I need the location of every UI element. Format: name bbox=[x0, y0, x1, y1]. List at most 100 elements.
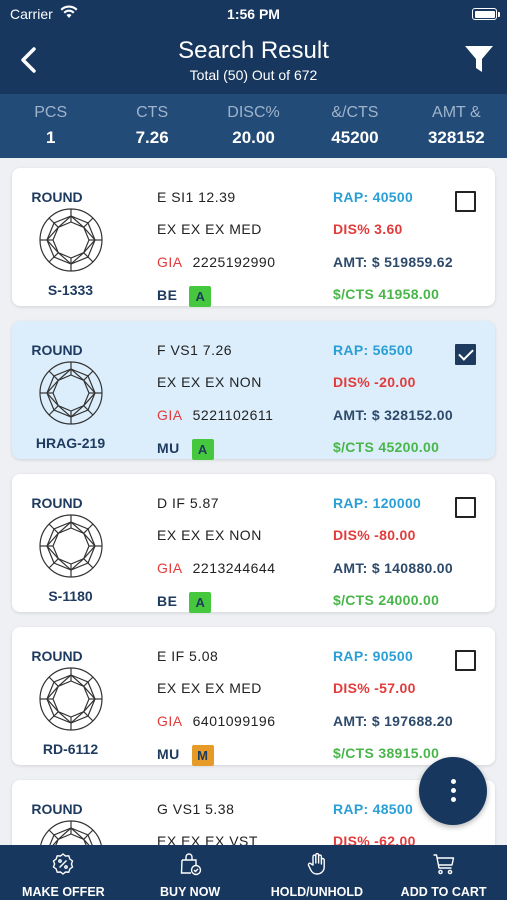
result-count: Total (50) Out of 672 bbox=[189, 67, 318, 83]
status-bar: Carrier 1:56 PM bbox=[0, 0, 507, 28]
color-clarity-carat: F VS1 7.26 bbox=[157, 342, 233, 358]
select-checkbox[interactable] bbox=[455, 650, 476, 671]
percent-badge-icon bbox=[53, 853, 74, 875]
dot bbox=[451, 788, 456, 793]
filter-icon[interactable] bbox=[463, 43, 495, 75]
select-checkbox[interactable] bbox=[455, 191, 476, 212]
battery-icon bbox=[472, 8, 500, 20]
round-diamond-icon bbox=[39, 208, 103, 272]
location-line: BE A bbox=[157, 592, 212, 613]
summary-value: 45200 bbox=[331, 128, 379, 147]
color-clarity-carat: G VS1 5.38 bbox=[157, 801, 235, 817]
rap-price: RAP: 120000 bbox=[333, 495, 422, 511]
shopping-bag-check-icon bbox=[180, 853, 202, 876]
summary-value: 1 bbox=[45, 128, 56, 147]
discount: DIS% 3.60 bbox=[333, 221, 403, 237]
certificate-number[interactable]: 5221102611 bbox=[193, 407, 274, 423]
certificate-number[interactable]: 2225192990 bbox=[193, 254, 276, 270]
lab-gia-label: GIA bbox=[157, 407, 183, 423]
dot bbox=[451, 779, 456, 784]
lab-gia-label: GIA bbox=[157, 254, 183, 270]
stone-id: S-1180 bbox=[48, 588, 93, 604]
diamond-card[interactable]: ROUND S-1333 E SI1 12.39 EX EX EX MED GI… bbox=[12, 168, 495, 307]
discount: DIS% -80.00 bbox=[333, 527, 416, 543]
stone-id: HRAG-219 bbox=[35, 435, 106, 451]
hand-icon bbox=[307, 852, 325, 875]
location-line: MU A bbox=[157, 439, 214, 460]
cut-polish-symmetry-fluor: EX EX EX MED bbox=[157, 221, 262, 237]
summary-label: DISC% bbox=[227, 104, 280, 121]
round-diamond-icon bbox=[39, 820, 103, 845]
diamond-card[interactable]: ROUND S-1180 D IF 5.87 EX EX EX NON GIA 2… bbox=[12, 474, 495, 613]
shape-label: ROUND bbox=[31, 342, 83, 358]
buy-now-button[interactable]: BUY NOW bbox=[127, 845, 254, 900]
summary-amount: AMT & 328152 bbox=[406, 94, 507, 158]
rap-price: RAP: 48500 bbox=[333, 801, 414, 817]
location-code: MU bbox=[157, 746, 180, 763]
availability-badge: A bbox=[189, 592, 212, 613]
availability-badge: A bbox=[189, 286, 212, 307]
shape-label: ROUND bbox=[31, 495, 83, 511]
summary-label: &/CTS bbox=[331, 104, 379, 121]
certificate-line: GIA 5221102611 bbox=[157, 407, 273, 423]
tab-label: ADD TO CART bbox=[400, 885, 487, 899]
shape-label: ROUND bbox=[31, 801, 83, 817]
certificate-line: GIA 2213244644 bbox=[157, 560, 276, 576]
cut-polish-symmetry-fluor: EX EX EX NON bbox=[157, 374, 262, 390]
certificate-number[interactable]: 6401099196 bbox=[193, 713, 276, 729]
price-per-carat: $/CTS 24000.00 bbox=[333, 592, 440, 608]
stone-id: RD-6112 bbox=[42, 741, 99, 757]
summary-disc: DISC% 20.00 bbox=[203, 94, 304, 158]
selection-summary: PCS 1 CTS 7.26 DISC% 20.00 &/CTS 45200 A… bbox=[0, 94, 507, 158]
round-diamond-icon bbox=[39, 667, 103, 731]
round-diamond-icon bbox=[39, 514, 103, 578]
cut-polish-symmetry-fluor: EX EX EX MED bbox=[157, 680, 262, 696]
select-checkbox[interactable] bbox=[455, 497, 476, 518]
summary-label: AMT & bbox=[432, 104, 481, 121]
memo-badge: M bbox=[191, 745, 214, 766]
color-clarity-carat: E SI1 12.39 bbox=[157, 189, 236, 205]
certificate-number[interactable]: 2213244644 bbox=[193, 560, 276, 576]
summary-value: 7.26 bbox=[135, 128, 169, 147]
clock: 1:56 PM bbox=[227, 6, 280, 22]
price-per-carat: $/CTS 45200.00 bbox=[333, 439, 440, 455]
more-options-button[interactable] bbox=[419, 757, 487, 825]
summary-value: 20.00 bbox=[232, 128, 275, 147]
summary-value: 328152 bbox=[427, 128, 485, 147]
diamond-card[interactable]: ROUND HRAG-219 F VS1 7.26 EX EX EX NON G… bbox=[12, 321, 495, 460]
discount: DIS% -20.00 bbox=[333, 374, 416, 390]
round-diamond-icon bbox=[39, 361, 103, 425]
location-code: MU bbox=[157, 440, 180, 457]
select-checkbox[interactable] bbox=[455, 344, 476, 365]
price-per-carat: $/CTS 41958.00 bbox=[333, 286, 440, 302]
action-tab-bar: MAKE OFFER BUY NOW HOLD/UNHOLD ADD TO CA… bbox=[0, 845, 507, 900]
cut-polish-symmetry-fluor: EX EX EX VST bbox=[157, 833, 258, 845]
cut-polish-symmetry-fluor: EX EX EX NON bbox=[157, 527, 262, 543]
tab-label: HOLD/UNHOLD bbox=[270, 885, 364, 899]
location-code: BE bbox=[157, 287, 178, 304]
add-to-cart-button[interactable]: ADD TO CART bbox=[380, 845, 507, 900]
summary-label: PCS bbox=[34, 104, 68, 121]
tab-label: MAKE OFFER bbox=[22, 885, 105, 899]
summary-pcs: PCS 1 bbox=[0, 94, 101, 158]
amount: AMT: $ 197688.20 bbox=[333, 713, 453, 729]
amount: AMT: $ 328152.00 bbox=[333, 407, 453, 423]
dot bbox=[451, 797, 456, 802]
shape-label: ROUND bbox=[31, 648, 83, 664]
page-title: Search Result bbox=[178, 37, 329, 64]
price-per-carat: $/CTS 38915.00 bbox=[333, 745, 440, 761]
certificate-line: GIA 6401099196 bbox=[157, 713, 276, 729]
navigation-bar: Search Result Total (50) Out of 672 bbox=[0, 28, 507, 94]
stone-id: S-1333 bbox=[47, 282, 94, 298]
location-line: BE A bbox=[157, 286, 212, 307]
diamond-card[interactable]: ROUND RD-6112 E IF 5.08 EX EX EX MED GIA… bbox=[12, 627, 495, 766]
result-list: ROUND S-1333 E SI1 12.39 EX EX EX MED GI… bbox=[0, 158, 507, 845]
discount: DIS% -62.00 bbox=[333, 833, 416, 845]
rap-price: RAP: 90500 bbox=[333, 648, 414, 664]
lab-gia-label: GIA bbox=[157, 560, 183, 576]
make-offer-button[interactable]: MAKE OFFER bbox=[0, 845, 127, 900]
availability-badge: A bbox=[191, 439, 214, 460]
color-clarity-carat: E IF 5.08 bbox=[157, 648, 219, 664]
hold-unhold-button[interactable]: HOLD/UNHOLD bbox=[254, 845, 381, 900]
tab-label: BUY NOW bbox=[160, 885, 221, 899]
